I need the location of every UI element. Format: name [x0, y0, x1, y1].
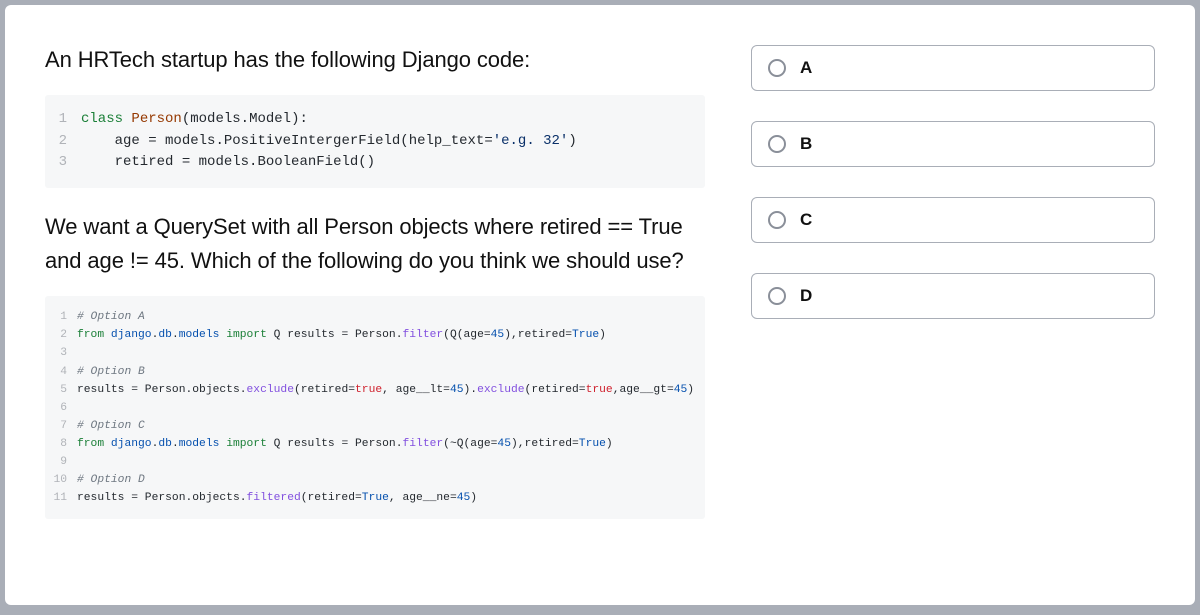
line-number: 11 [53, 489, 77, 507]
code-line: 7# Option C [53, 417, 699, 435]
code-line: 11results = Person.objects.filtered(reti… [53, 489, 699, 507]
quiz-card: An HRTech startup has the following Djan… [5, 5, 1195, 605]
code-content: retired = models.BooleanField() [81, 152, 699, 174]
code-content: age = models.PositiveIntergerField(help_… [81, 131, 699, 153]
answer-label: A [800, 58, 812, 78]
line-number: 3 [55, 152, 81, 174]
line-number: 10 [53, 471, 77, 489]
code-content: # Option D [77, 471, 699, 489]
code-line: 10# Option D [53, 471, 699, 489]
code-content: # Option A [77, 308, 699, 326]
line-number: 9 [53, 453, 77, 471]
answer-label: B [800, 134, 812, 154]
code-content [77, 344, 699, 362]
radio-icon [768, 59, 786, 77]
line-number: 5 [53, 381, 77, 399]
answer-option-a[interactable]: A [751, 45, 1155, 91]
code-line: 4# Option B [53, 363, 699, 381]
code-content [77, 453, 699, 471]
code-line: 2 age = models.PositiveIntergerField(hel… [55, 131, 699, 153]
code-content [77, 399, 699, 417]
code-content: results = Person.objects.exclude(retired… [77, 381, 699, 399]
answers-column: A B C D [751, 43, 1155, 577]
answer-label: C [800, 210, 812, 230]
answer-option-b[interactable]: B [751, 121, 1155, 167]
radio-icon [768, 211, 786, 229]
line-number: 2 [55, 131, 81, 153]
line-number: 1 [53, 308, 77, 326]
question-column: An HRTech startup has the following Djan… [45, 43, 705, 577]
answer-option-c[interactable]: C [751, 197, 1155, 243]
code-content: # Option B [77, 363, 699, 381]
code-line: 1class Person(models.Model): [55, 109, 699, 131]
line-number: 8 [53, 435, 77, 453]
code-line: 3 [53, 344, 699, 362]
code-line: 1# Option A [53, 308, 699, 326]
code-content: class Person(models.Model): [81, 109, 699, 131]
radio-icon [768, 135, 786, 153]
code-line: 8from django.db.models import Q results … [53, 435, 699, 453]
code-line: 6 [53, 399, 699, 417]
code-content: from django.db.models import Q results =… [77, 326, 699, 344]
radio-icon [768, 287, 786, 305]
code-line: 3 retired = models.BooleanField() [55, 152, 699, 174]
line-number: 3 [53, 344, 77, 362]
code-line: 5results = Person.objects.exclude(retire… [53, 381, 699, 399]
line-number: 7 [53, 417, 77, 435]
answer-option-d[interactable]: D [751, 273, 1155, 319]
code-block-options: 1# Option A2from django.db.models import… [45, 296, 705, 519]
code-block-model: 1class Person(models.Model):2 age = mode… [45, 95, 705, 188]
answer-label: D [800, 286, 812, 306]
code-content: # Option C [77, 417, 699, 435]
code-content: from django.db.models import Q results =… [77, 435, 699, 453]
line-number: 4 [53, 363, 77, 381]
line-number: 1 [55, 109, 81, 131]
question-intro: An HRTech startup has the following Djan… [45, 43, 705, 77]
code-line: 9 [53, 453, 699, 471]
line-number: 2 [53, 326, 77, 344]
code-line: 2from django.db.models import Q results … [53, 326, 699, 344]
code-content: results = Person.objects.filtered(retire… [77, 489, 699, 507]
question-tail: We want a QuerySet with all Person objec… [45, 210, 705, 278]
line-number: 6 [53, 399, 77, 417]
